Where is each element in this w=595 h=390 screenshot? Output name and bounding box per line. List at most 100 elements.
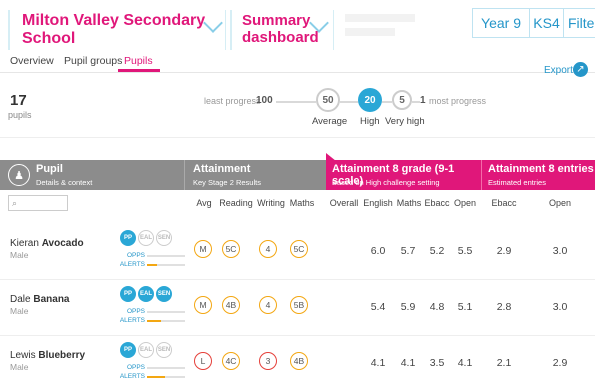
context-chip-sen[interactable]: SEN bbox=[156, 230, 172, 246]
tab-overview[interactable]: Overview bbox=[10, 55, 54, 67]
tab-pupils[interactable]: Pupils bbox=[124, 55, 153, 67]
a8-grade-value: 4.1 bbox=[457, 357, 473, 369]
col-ebacc[interactable]: Ebacc bbox=[422, 198, 452, 208]
dashboard-selector[interactable]: Summary dashboard bbox=[230, 10, 334, 50]
year-selector[interactable]: Year 9 bbox=[472, 8, 530, 38]
a8-entries-value: 2.9 bbox=[496, 245, 512, 257]
col-writing[interactable]: Writing bbox=[254, 198, 288, 208]
col-english[interactable]: English bbox=[362, 198, 394, 208]
context-chip-pp[interactable]: PP bbox=[120, 286, 136, 302]
attainment-header-title: Attainment bbox=[193, 163, 251, 175]
ks2-grade: 3 bbox=[259, 352, 277, 370]
table-row[interactable]: Lewis Blueberry Male PP EAL SEN OPPS ALERTS L 4C… bbox=[0, 336, 595, 390]
progress-scale-line bbox=[340, 101, 358, 103]
alerts-fill bbox=[147, 264, 157, 266]
header-placeholder bbox=[345, 28, 395, 36]
attainment8-entries-subtitle: Estimated entries bbox=[488, 178, 546, 187]
average-label: Average bbox=[312, 116, 348, 127]
pupil-search-input[interactable]: ⌕ bbox=[8, 195, 68, 211]
average-threshold[interactable]: 50 bbox=[316, 88, 340, 112]
pupil-name[interactable]: Dale Banana bbox=[10, 294, 69, 305]
high-threshold[interactable]: 20 bbox=[358, 88, 382, 112]
table-row[interactable]: Dale Banana Male PP EAL SEN OPPS ALERTS M 4B 4 5B 5… bbox=[0, 280, 595, 336]
col-open[interactable]: Open bbox=[450, 198, 480, 208]
a8-grade-value: 5.5 bbox=[457, 245, 473, 257]
context-chip-eal[interactable]: EAL bbox=[138, 230, 154, 246]
a8-grade-value: 5.1 bbox=[457, 301, 473, 313]
a8-entries-value: 3.0 bbox=[552, 245, 568, 257]
opps-bar bbox=[147, 367, 185, 369]
high-label: High bbox=[360, 116, 380, 127]
section-divider bbox=[0, 137, 595, 138]
very-high-label: Very high bbox=[385, 116, 425, 127]
attainment8-entries-column-header[interactable]: Attainment 8 entries Estimated entries bbox=[481, 160, 595, 190]
a8-grade-value: 5.4 bbox=[370, 301, 386, 313]
a8-entries-value: 2.8 bbox=[496, 301, 512, 313]
ks2-grade: 5B bbox=[290, 296, 308, 314]
table-row[interactable]: Kieran Avocado Male PP EAL SEN OPPS ALERTS M 5C 4… bbox=[0, 224, 595, 280]
ks2-grade: 4 bbox=[259, 240, 277, 258]
alerts-fill bbox=[147, 320, 161, 322]
col-maths-a8[interactable]: Maths bbox=[394, 198, 424, 208]
tab-pupil-groups[interactable]: Pupil groups bbox=[64, 55, 122, 67]
export-link[interactable]: Export bbox=[544, 65, 573, 76]
col-reading[interactable]: Reading bbox=[216, 198, 256, 208]
opps-alerts-label: OPPS ALERTS bbox=[119, 252, 145, 268]
context-chip-pp[interactable]: PP bbox=[120, 230, 136, 246]
col-entries-open[interactable]: Open bbox=[545, 198, 575, 208]
least-progress-label: least progress bbox=[204, 96, 261, 106]
attainment-header-subtitle: Key Stage 2 Results bbox=[193, 178, 261, 187]
progress-scale-line bbox=[276, 101, 316, 103]
opps-bar bbox=[147, 255, 185, 257]
a8-grade-value: 5.7 bbox=[400, 245, 416, 257]
most-progress-value: 1 bbox=[420, 95, 426, 106]
dashboard-name: Summary dashboard bbox=[242, 12, 319, 46]
attainment8-grade-column-header[interactable]: Attainment 8 grade (9-1 scale) Based on … bbox=[326, 160, 481, 190]
pupil-header-title: Pupil bbox=[36, 163, 63, 175]
school-name: Milton Valley Secondary School bbox=[22, 12, 206, 47]
pupil-count: 17 bbox=[10, 92, 27, 109]
very-high-threshold[interactable]: 5 bbox=[392, 90, 412, 110]
pupil-name[interactable]: Lewis Blueberry bbox=[10, 350, 85, 361]
attainment-column-header[interactable]: Attainment Key Stage 2 Results bbox=[184, 160, 326, 190]
context-chip-eal[interactable]: EAL bbox=[138, 342, 154, 358]
ks2-grade: 5C bbox=[222, 240, 240, 258]
col-overall[interactable]: Overall bbox=[328, 198, 360, 208]
pupil-gender: Male bbox=[10, 306, 29, 316]
pupil-gender: Male bbox=[10, 362, 29, 372]
pupil-count-label: pupils bbox=[8, 110, 32, 120]
context-chip-sen[interactable]: SEN bbox=[156, 286, 172, 302]
tab-divider bbox=[0, 72, 595, 73]
least-progress-value: 100 bbox=[256, 95, 273, 106]
ks2-grade: 5C bbox=[290, 240, 308, 258]
ks2-grade: 4B bbox=[290, 352, 308, 370]
a8-grade-value: 4.8 bbox=[429, 301, 445, 313]
opps-alerts-label: OPPS ALERTS bbox=[119, 364, 145, 380]
context-chip-eal[interactable]: EAL bbox=[138, 286, 154, 302]
export-icon[interactable]: ↗ bbox=[573, 62, 588, 77]
key-stage-selector[interactable]: KS4 bbox=[530, 8, 564, 38]
pupil-gender: Male bbox=[10, 250, 29, 260]
filters-button[interactable]: Filters bbox=[564, 8, 595, 38]
pupil-name[interactable]: Kieran Avocado bbox=[10, 238, 84, 249]
a8-grade-value: 5.2 bbox=[429, 245, 445, 257]
context-chip-sen[interactable]: SEN bbox=[156, 342, 172, 358]
progress-scale-line bbox=[412, 101, 420, 103]
ks2-grade: M bbox=[194, 240, 212, 258]
col-entries-ebacc[interactable]: Ebacc bbox=[489, 198, 519, 208]
ks2-grade: 4C bbox=[222, 352, 240, 370]
a8-grade-value: 5.9 bbox=[400, 301, 416, 313]
school-selector[interactable]: Milton Valley Secondary School bbox=[8, 10, 226, 50]
a8-grade-value: 6.0 bbox=[370, 245, 386, 257]
opps-alerts-label: OPPS ALERTS bbox=[119, 308, 145, 324]
a8-grade-value: 4.1 bbox=[400, 357, 416, 369]
col-avg[interactable]: Avg bbox=[192, 198, 216, 208]
pupil-column-header[interactable]: ♟ Pupil Details & context bbox=[0, 160, 184, 190]
col-maths[interactable]: Maths bbox=[286, 198, 318, 208]
attainment8-grade-subtitle: Based on High challenge setting bbox=[332, 178, 440, 187]
a8-entries-value: 3.0 bbox=[552, 301, 568, 313]
a8-entries-value: 2.9 bbox=[552, 357, 568, 369]
context-chip-pp[interactable]: PP bbox=[120, 342, 136, 358]
ks2-grade: L bbox=[194, 352, 212, 370]
ks2-grade: 4 bbox=[259, 296, 277, 314]
